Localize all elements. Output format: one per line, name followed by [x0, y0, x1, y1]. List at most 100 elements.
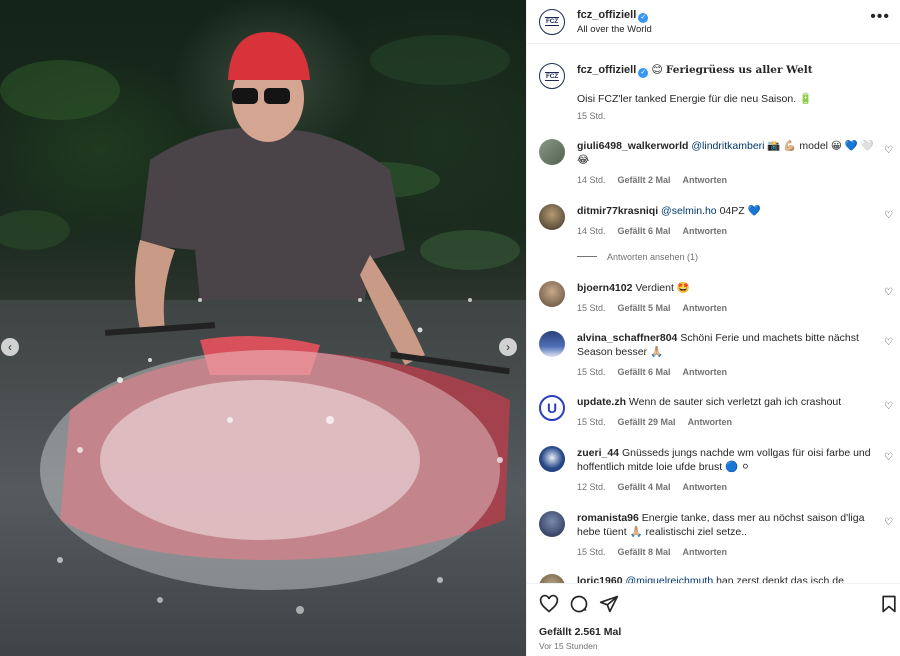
comment-likes[interactable]: Gefällt 29 Mal — [618, 417, 676, 427]
comment-time: 15 Std. — [577, 303, 606, 313]
post-actions-bar: Gefällt 2.561 Mal Vor 15 Stunden — [527, 583, 900, 656]
like-comment-heart-icon[interactable]: ♡ — [884, 401, 893, 412]
caption-title: Feriegrüess us aller Welt — [665, 64, 813, 76]
comment-time: 15 Std. — [577, 367, 606, 377]
caption-avatar[interactable]: FCZ — [539, 63, 565, 89]
view-replies-button[interactable]: Antworten ansehen (1) — [577, 252, 698, 262]
verified-badge-icon: ✓ — [638, 12, 649, 23]
comment-username[interactable]: loric1960 — [577, 575, 623, 583]
comment-likes[interactable]: Gefällt 6 Mal — [618, 367, 671, 377]
comment-time: 12 Std. — [577, 482, 606, 492]
replies-divider — [577, 256, 597, 257]
comment-item: zueri_44 Gnüsseds jungs nachde wm vollga… — [539, 446, 893, 494]
instagram-post-view: ‹ › FCZ fcz_offiziell ✓ All over the Worl… — [0, 0, 900, 656]
reply-button[interactable]: Antworten — [683, 367, 728, 377]
account-avatar[interactable]: FCZ — [539, 8, 565, 35]
comment-likes[interactable]: Gefällt 2 Mal — [618, 175, 671, 185]
comment-item: U update.zh Wenn de sauter sich verletzt… — [539, 395, 893, 429]
commenter-avatar[interactable] — [539, 574, 565, 583]
comment-likes[interactable]: Gefällt 6 Mal — [618, 226, 671, 236]
post-side-panel: FCZ fcz_offiziell ✓ All over the World ••… — [526, 0, 900, 656]
reply-button[interactable]: Antworten — [683, 547, 728, 557]
caption-emoji: 😊 — [651, 64, 663, 76]
like-comment-heart-icon[interactable]: ♡ — [884, 287, 893, 298]
commenter-avatar[interactable] — [539, 139, 565, 165]
comment-text: han zerst denkt das isch de — [713, 575, 844, 583]
reply-button[interactable]: Antworten — [683, 226, 728, 236]
like-heart-icon[interactable] — [539, 594, 559, 614]
share-paper-plane-icon[interactable] — [599, 594, 619, 614]
commenter-avatar[interactable] — [539, 511, 565, 537]
comment-text-line2: hebe tüent 🙏🏼 realistischi ziel setze.. — [577, 526, 748, 538]
caption-username[interactable]: fcz_offiziell — [577, 64, 636, 76]
commenter-avatar[interactable] — [539, 331, 565, 357]
commenter-avatar[interactable]: U — [539, 395, 565, 421]
comment-text: Verdient 🤩 — [635, 282, 690, 294]
like-comment-heart-icon[interactable]: ♡ — [884, 517, 893, 528]
commenter-avatar[interactable] — [539, 204, 565, 230]
comment-username[interactable]: giuli6498_walkerworld — [577, 140, 688, 152]
comment-item: ditmir77krasniqi @selmin.ho 04PZ 💙 14 St… — [539, 204, 893, 238]
comment-mention[interactable]: @selmin.ho — [661, 205, 717, 217]
reply-button[interactable]: Antworten — [683, 303, 728, 313]
comment-text: 📸 💪🏼 model 😀 💙 🤍 — [764, 140, 874, 152]
comment-time: 14 Std. — [577, 226, 606, 236]
comments-scroll-area[interactable]: FCZ fcz_offiziell ✓ 😊 Feriegrüess us alle… — [527, 45, 900, 583]
previous-photo-button[interactable]: ‹ — [1, 338, 19, 356]
post-likes-count[interactable]: Gefällt 2.561 Mal — [539, 626, 621, 638]
verified-badge-icon: ✓ — [638, 68, 649, 78]
commenter-avatar[interactable] — [539, 446, 565, 472]
comment-username[interactable]: alvina_schaffner804 — [577, 332, 677, 344]
comment-item: alvina_schaffner804 Schöni Ferie und mac… — [539, 331, 893, 379]
view-replies-label: Antworten ansehen (1) — [607, 252, 699, 262]
comment-mention[interactable]: @lindritkamberi — [691, 140, 764, 152]
fcz-logo-text: FCZ — [544, 17, 560, 26]
comment-username[interactable]: update.zh — [577, 396, 626, 408]
comment-likes[interactable]: Gefällt 4 Mal — [618, 482, 671, 492]
more-options-icon[interactable]: ••• — [870, 8, 890, 26]
reply-button[interactable]: Antworten — [683, 482, 728, 492]
comment-username[interactable]: bjoern4102 — [577, 282, 632, 294]
fcz-logo-text: FCZ — [544, 71, 560, 81]
caption-time: 15 Std. — [577, 111, 606, 121]
comment-likes[interactable]: Gefällt 8 Mal — [618, 547, 671, 557]
comment-text: 04PZ 💙 — [716, 205, 761, 217]
comment-text-line2: hoffentlich mitde loie ufde brust 🔵 ⚪ — [577, 461, 750, 473]
comment-time: 14 Std. — [577, 175, 606, 185]
photo-illustration — [0, 32, 526, 656]
commenter-avatar[interactable] — [539, 281, 565, 307]
comment-item: giuli6498_walkerworld @lindritkamberi 📸 … — [539, 139, 893, 187]
reply-button[interactable]: Antworten — [688, 417, 733, 427]
post-caption: FCZ fcz_offiziell ✓ 😊 Feriegrüess us alle… — [539, 63, 879, 121]
like-comment-heart-icon[interactable]: ♡ — [884, 452, 893, 463]
comment-mention[interactable]: @miguelreichmuth — [625, 575, 713, 583]
account-username[interactable]: fcz_offiziell — [577, 9, 636, 21]
next-photo-button[interactable]: › — [499, 338, 517, 356]
comment-bubble-icon[interactable] — [569, 594, 589, 614]
comment-text-line2: Season besser 🙏🏼 — [577, 346, 664, 358]
comment-time: 15 Std. — [577, 547, 606, 557]
caption-emoji-battery: 🔋 — [799, 93, 813, 105]
comment-text: Schöni Ferie und machets bitte nächst — [680, 332, 859, 344]
comment-item: loric1960 @miguelreichmuth han zerst den… — [539, 574, 893, 583]
post-photo[interactable]: ‹ › — [0, 0, 526, 656]
comment-username[interactable]: ditmir77krasniqi — [577, 205, 658, 217]
like-comment-heart-icon[interactable]: ♡ — [884, 145, 893, 156]
comment-username[interactable]: romanista96 — [577, 512, 639, 524]
reply-button[interactable]: Antworten — [683, 175, 728, 185]
post-timestamp: Vor 15 Stunden — [539, 641, 598, 651]
comment-username[interactable]: zueri_44 — [577, 447, 619, 459]
comment-text: Gnüsseds jungs nachde wm vollgas für ois… — [621, 447, 871, 459]
comment-text: Wenn de sauter sich verletzt gah ich cra… — [628, 396, 842, 408]
comment-likes[interactable]: Gefällt 5 Mal — [618, 303, 671, 313]
comment-text-line2: 😂 — [577, 154, 590, 166]
save-bookmark-icon[interactable] — [879, 594, 899, 614]
comment-item: bjoern4102 Verdient 🤩 15 Std. Gefällt 5 M… — [539, 281, 893, 315]
comment-text: Energie tanke, dass mer au nöchst saison… — [641, 512, 865, 524]
like-comment-heart-icon[interactable]: ♡ — [884, 210, 893, 221]
post-header: FCZ fcz_offiziell ✓ All over the World ••… — [527, 0, 900, 44]
comment-item: romanista96 Energie tanke, dass mer au n… — [539, 511, 893, 559]
like-comment-heart-icon[interactable]: ♡ — [884, 337, 893, 348]
caption-text: Oisi FCZ'ler tanked Energie für die neu … — [577, 93, 797, 105]
post-location[interactable]: All over the World — [577, 24, 652, 35]
